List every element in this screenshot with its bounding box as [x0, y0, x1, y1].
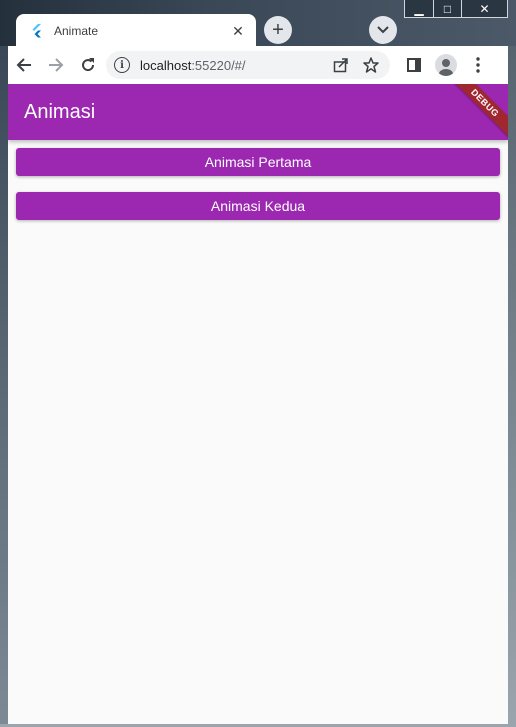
flutter-logo-icon — [32, 24, 41, 38]
site-info-icon[interactable]: i — [114, 57, 130, 73]
profile-icon — [435, 54, 457, 76]
share-icon[interactable] — [330, 54, 352, 76]
tab-title: Animate — [54, 24, 99, 38]
minimize-button[interactable]: ▁ — [405, 0, 433, 18]
new-tab-button[interactable]: + — [264, 16, 292, 44]
window-frame-left — [0, 46, 8, 727]
browser-tab[interactable]: Animate ✕ — [16, 14, 256, 48]
reload-icon — [82, 58, 95, 72]
side-panel-icon[interactable] — [398, 49, 430, 81]
tab-close-icon[interactable]: ✕ — [230, 23, 246, 40]
window-frame-right — [508, 46, 516, 727]
chevron-down-icon — [377, 26, 389, 34]
reload-button[interactable] — [72, 49, 104, 81]
star-icon[interactable] — [360, 54, 382, 76]
animasi-kedua-button[interactable]: Animasi Kedua — [16, 192, 500, 220]
page-viewport: Animasi DEBUG Animasi Pertama Animasi Ke… — [8, 84, 508, 724]
maximize-button[interactable]: □ — [433, 0, 461, 18]
url-host: localhost — [140, 57, 192, 73]
close-window-button[interactable]: ✕ — [461, 0, 507, 18]
url-path: :55220/#/ — [191, 57, 246, 73]
kebab-menu-icon[interactable] — [462, 49, 494, 81]
profile-button[interactable] — [430, 49, 462, 81]
back-arrow-icon — [16, 58, 31, 72]
back-button[interactable] — [8, 49, 40, 81]
forward-arrow-icon — [49, 58, 64, 72]
app-bar: Animasi — [8, 84, 508, 140]
tab-search-button[interactable] — [369, 16, 397, 44]
browser-toolbar: i localhost:55220/#/ — [8, 46, 508, 84]
address-bar[interactable]: i localhost:55220/#/ — [106, 51, 390, 79]
browser-window: ▁ □ ✕ Animate ✕ + i localhost:55220/#/ … — [0, 0, 516, 727]
animasi-pertama-button[interactable]: Animasi Pertama — [16, 148, 500, 176]
page-title: Animasi — [24, 101, 96, 123]
forward-button[interactable] — [40, 49, 72, 81]
window-controls: ▁ □ ✕ — [404, 0, 508, 18]
